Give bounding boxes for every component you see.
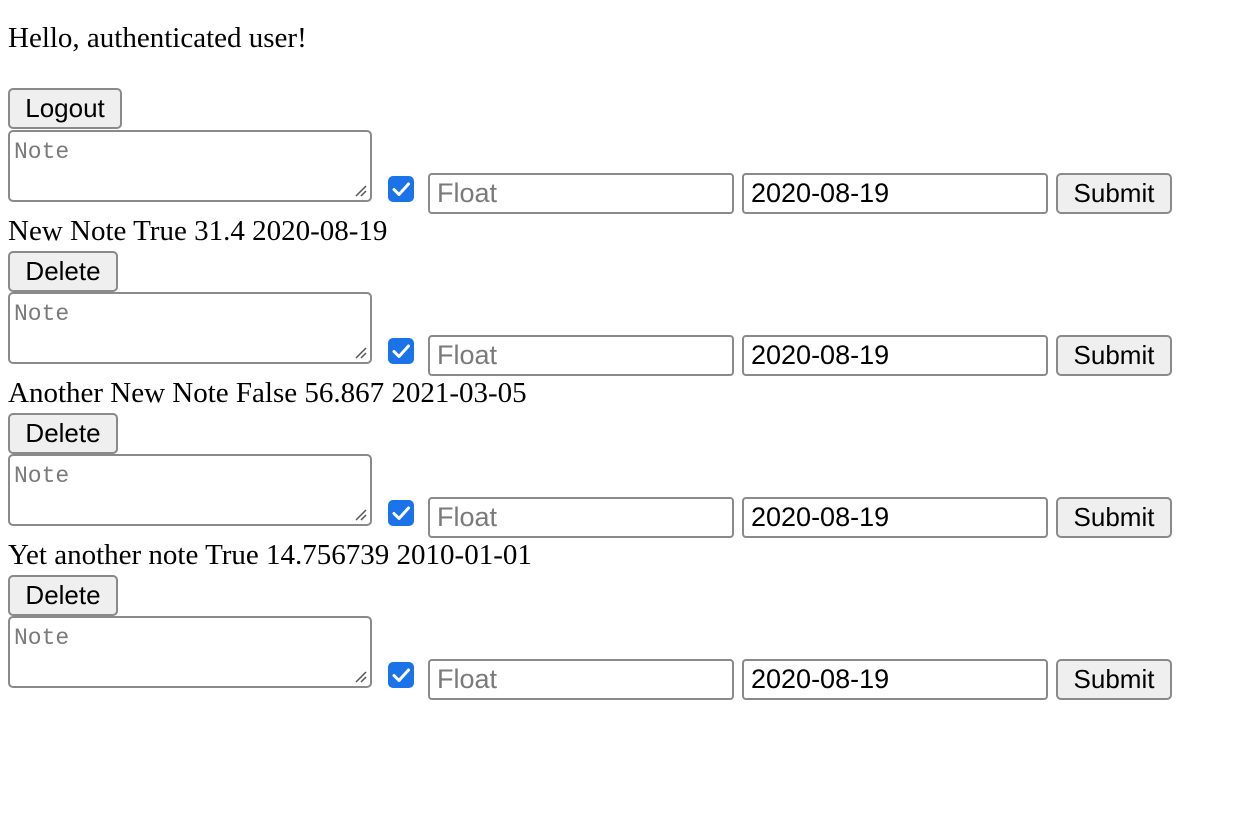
note-item-text: New Note True 31.4 2020-08-19 [8, 215, 388, 247]
resize-grip-icon[interactable] [353, 183, 367, 197]
checkmark-icon [392, 506, 410, 520]
delete-button[interactable]: Delete [8, 413, 118, 454]
float-input[interactable]: Float [428, 173, 734, 214]
float-input[interactable]: Float [428, 335, 734, 376]
logout-button[interactable]: Logout [8, 88, 122, 129]
note-textarea[interactable]: Note [8, 616, 372, 688]
delete-button[interactable]: Delete [8, 575, 118, 616]
date-input[interactable]: 2020-08-19 [742, 173, 1048, 214]
submit-button[interactable]: Submit [1056, 173, 1172, 214]
boolean-checkbox[interactable] [388, 500, 414, 526]
submit-button[interactable]: Submit [1056, 659, 1172, 700]
boolean-checkbox[interactable] [388, 662, 414, 688]
note-textarea[interactable]: Note [8, 454, 372, 526]
note-placeholder: Note [14, 139, 70, 165]
float-input[interactable]: Float [428, 659, 734, 700]
submit-button[interactable]: Submit [1056, 497, 1172, 538]
note-item-text: Yet another note True 14.756739 2010-01-… [8, 539, 532, 571]
date-input[interactable]: 2020-08-19 [742, 659, 1048, 700]
greeting-text: Hello, authenticated user! [8, 22, 307, 54]
checkmark-icon [392, 668, 410, 682]
note-placeholder: Note [14, 463, 70, 489]
note-textarea[interactable]: Note [8, 130, 372, 202]
delete-button[interactable]: Delete [8, 251, 118, 292]
submit-button[interactable]: Submit [1056, 335, 1172, 376]
float-input[interactable]: Float [428, 497, 734, 538]
boolean-checkbox[interactable] [388, 176, 414, 202]
date-input[interactable]: 2020-08-19 [742, 335, 1048, 376]
note-item-text: Another New Note False 56.867 2021-03-05 [8, 377, 527, 409]
resize-grip-icon[interactable] [353, 669, 367, 683]
note-placeholder: Note [14, 625, 70, 651]
note-placeholder: Note [14, 301, 70, 327]
resize-grip-icon[interactable] [353, 507, 367, 521]
checkmark-icon [392, 344, 410, 358]
date-input[interactable]: 2020-08-19 [742, 497, 1048, 538]
note-textarea[interactable]: Note [8, 292, 372, 364]
checkmark-icon [392, 182, 410, 196]
boolean-checkbox[interactable] [388, 338, 414, 364]
resize-grip-icon[interactable] [353, 345, 367, 359]
